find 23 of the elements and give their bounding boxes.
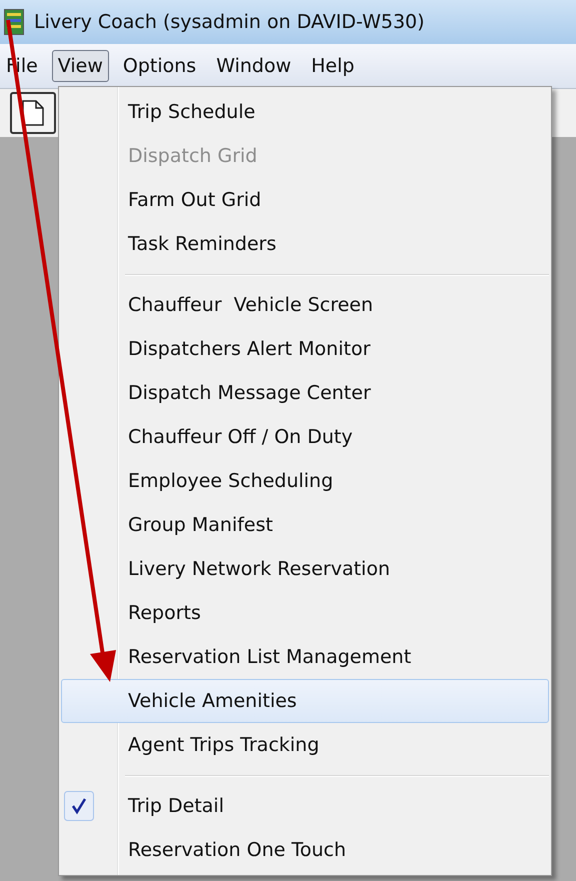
menu-option[interactable]: Chauffeur Off / On Duty	[61, 415, 549, 459]
menu-option[interactable]: Dispatch Message Center	[61, 371, 549, 415]
menu-option[interactable]: Livery Network Reservation	[61, 547, 549, 591]
menu-option[interactable]: Reservation One Touch	[61, 828, 549, 872]
menu-item[interactable]: View	[52, 50, 109, 82]
menu-option[interactable]: Chauffeur Vehicle Screen	[61, 283, 549, 327]
menu-option[interactable]: Dispatchers Alert Monitor	[61, 327, 549, 371]
menu-item[interactable]: Window	[210, 50, 298, 82]
menu-option[interactable]: Trip Detail	[61, 784, 549, 828]
menu-option[interactable]: Agent Trips Tracking	[61, 723, 549, 767]
menu-option[interactable]: Reservation List Management	[61, 635, 549, 679]
menu-item[interactable]: Help	[305, 50, 360, 82]
menu-option[interactable]: Trip Schedule	[61, 90, 549, 134]
menu-option[interactable]: Employee Scheduling	[61, 459, 549, 503]
menu-option[interactable]: Group Manifest	[61, 503, 549, 547]
new-document-button[interactable]	[10, 92, 56, 134]
document-icon	[22, 100, 44, 126]
menu-option[interactable]: Farm Out Grid	[61, 178, 549, 222]
menu-option[interactable]: Reports	[61, 591, 549, 635]
menu-item[interactable]: Options	[116, 50, 202, 82]
window-title: Livery Coach (sysadmin on DAVID-W530)	[34, 11, 425, 33]
menu-option[interactable]: Vehicle Amenities	[61, 679, 549, 723]
menu-option[interactable]: Task Reminders	[61, 222, 549, 266]
